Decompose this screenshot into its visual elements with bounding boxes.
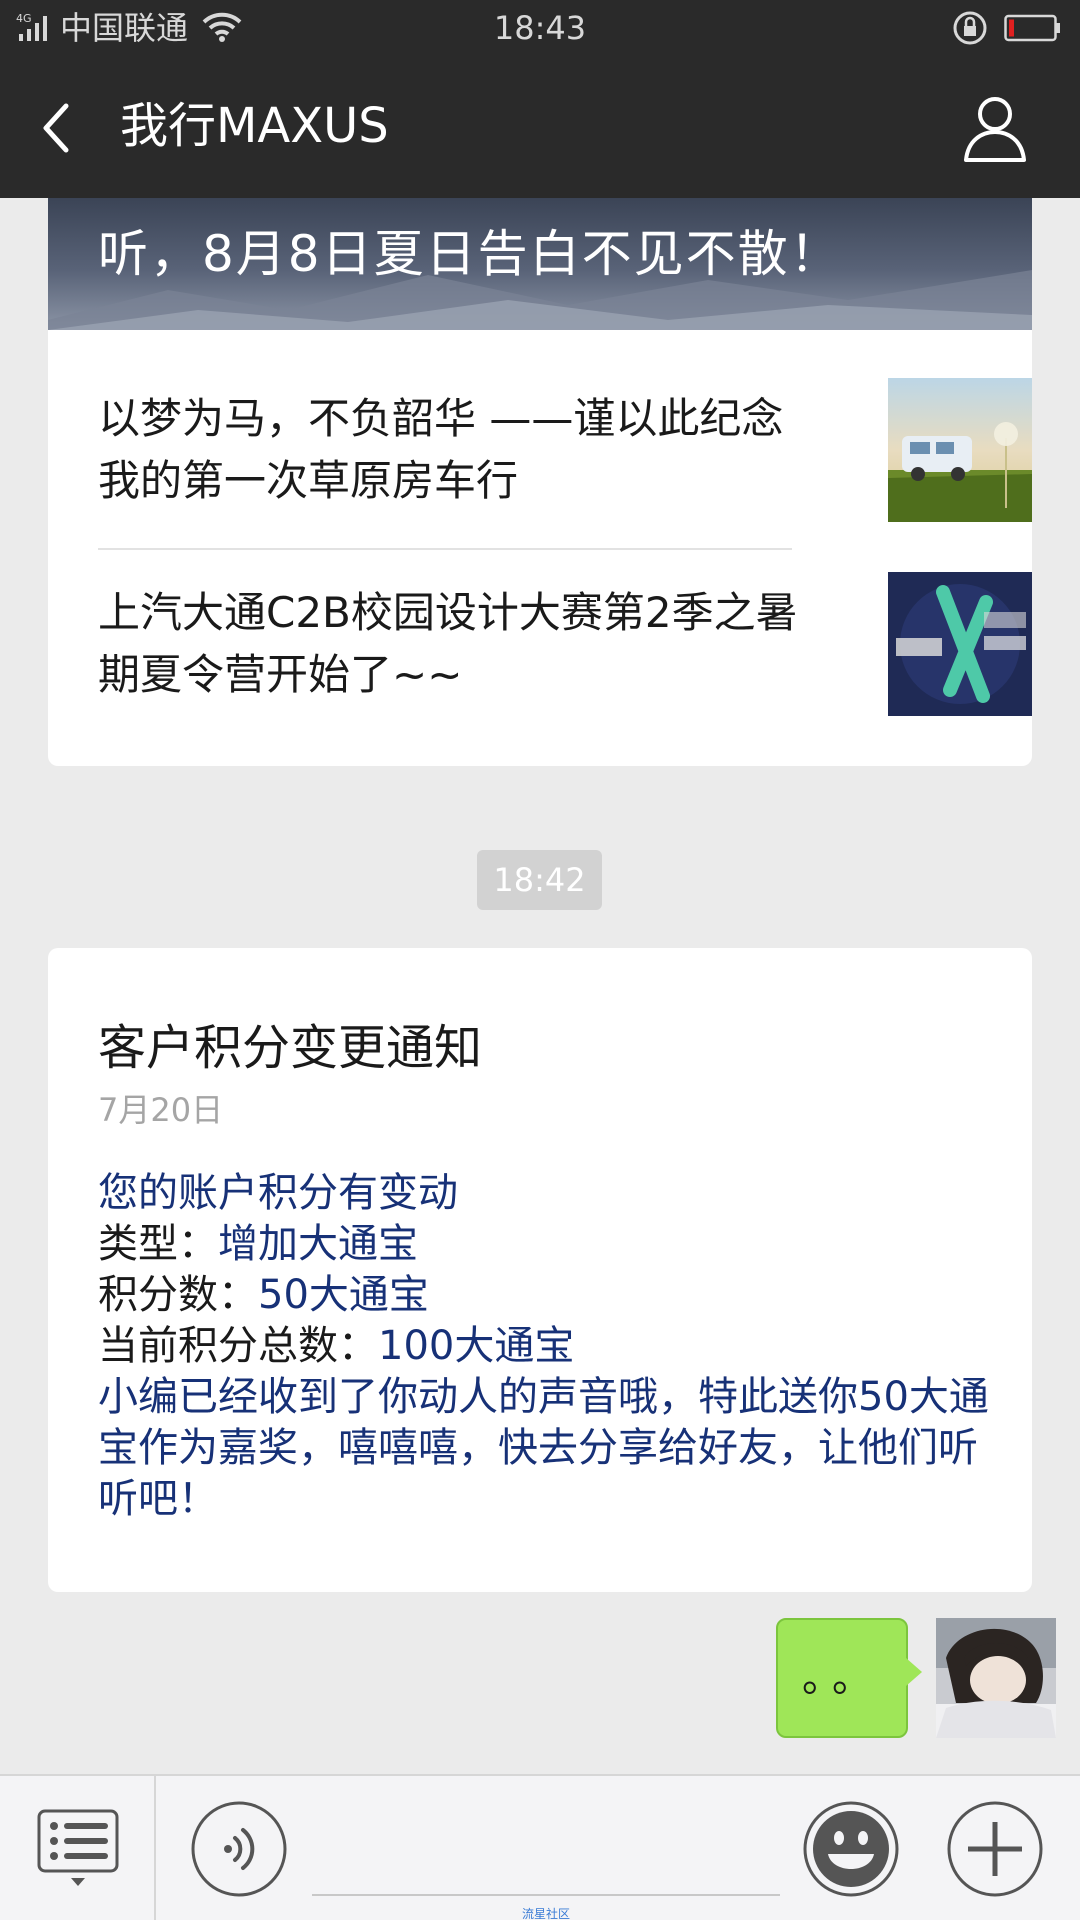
news-item-title: 以梦为马，不负韶华 ——谨以此纪念我的第一次草原房车行	[98, 394, 784, 505]
total-label: 当前积分总数：	[98, 1323, 378, 1369]
news-item[interactable]: 以梦为马，不负韶华 ——谨以此纪念我的第一次草原房车行	[98, 378, 1032, 522]
points-row: 积分数：50大通宝	[98, 1270, 998, 1321]
notification-card[interactable]: 客户积分变更通知 7月20日 您的账户积分有变动 类型：增加大通宝 积分数：50…	[48, 948, 1032, 1592]
status-time: 18:43	[493, 9, 587, 47]
input-watermark: 流星社区	[521, 1907, 570, 1920]
emoji-icon[interactable]	[802, 1800, 900, 1898]
news-banner-headline: 听，8月8日夏日告白不见不散！	[98, 225, 842, 283]
type-row: 类型：增加大通宝	[98, 1219, 998, 1270]
person-icon[interactable]	[962, 92, 1028, 164]
chat-timestamp: 18:42	[477, 850, 602, 910]
news-card: 听，8月8日夏日告白不见不散！ 以梦为马，不负韶华 ——谨以此纪念我的第一次草原…	[48, 198, 1032, 766]
back-arrow-icon[interactable]	[38, 100, 78, 156]
points-label: 积分数：	[98, 1272, 258, 1318]
notification-summary: 您的账户积分有变动	[98, 1170, 458, 1216]
plus-icon[interactable]	[946, 1800, 1044, 1898]
message-input[interactable]	[312, 1894, 780, 1896]
sent-message-text: 。。	[802, 1655, 882, 1701]
chat-header: 我行MAXUS	[0, 56, 1080, 198]
bar-divider	[154, 1776, 156, 1920]
type-label: 类型：	[98, 1221, 218, 1267]
status-bar: 4G 中国联通 18:43	[0, 0, 1080, 56]
bubble-tail	[906, 1658, 922, 1686]
battery-icon	[1004, 14, 1060, 42]
notification-body: 您的账户积分有变动 类型：增加大通宝 积分数：50大通宝 当前积分总数：100大…	[98, 1168, 998, 1525]
notification-date: 7月20日	[98, 1091, 224, 1129]
rotation-lock-icon	[953, 11, 987, 45]
total-row: 当前积分总数：100大通宝	[98, 1321, 998, 1372]
chat-title: 我行MAXUS	[120, 98, 389, 154]
camper-van-image	[888, 378, 1032, 522]
menu-list-icon[interactable]	[36, 1808, 120, 1888]
type-value: 增加大通宝	[218, 1221, 418, 1267]
notification-title: 客户积分变更通知	[98, 1020, 483, 1076]
notification-remark: 小编已经收到了你动人的声音哦，特此送你50大通宝作为嘉奖，嘻嘻嘻，快去分享给好友…	[98, 1374, 989, 1522]
sent-message-bubble[interactable]: 。。	[776, 1618, 908, 1738]
voice-icon[interactable]	[190, 1800, 288, 1898]
news-item[interactable]: 上汽大通C2B校园设计大赛第2季之暑期夏令营开始了~~	[98, 572, 1032, 716]
total-value: 100大通宝	[378, 1323, 575, 1369]
input-bar: 流星社区	[0, 1774, 1080, 1920]
campus-poster-image	[888, 572, 1032, 716]
points-value: 50大通宝	[258, 1272, 429, 1318]
news-item-title: 上汽大通C2B校园设计大赛第2季之暑期夏令营开始了~~	[98, 588, 798, 699]
news-banner[interactable]: 听，8月8日夏日告白不见不散！	[48, 198, 1032, 330]
user-avatar[interactable]	[936, 1618, 1056, 1738]
news-divider	[98, 548, 792, 550]
